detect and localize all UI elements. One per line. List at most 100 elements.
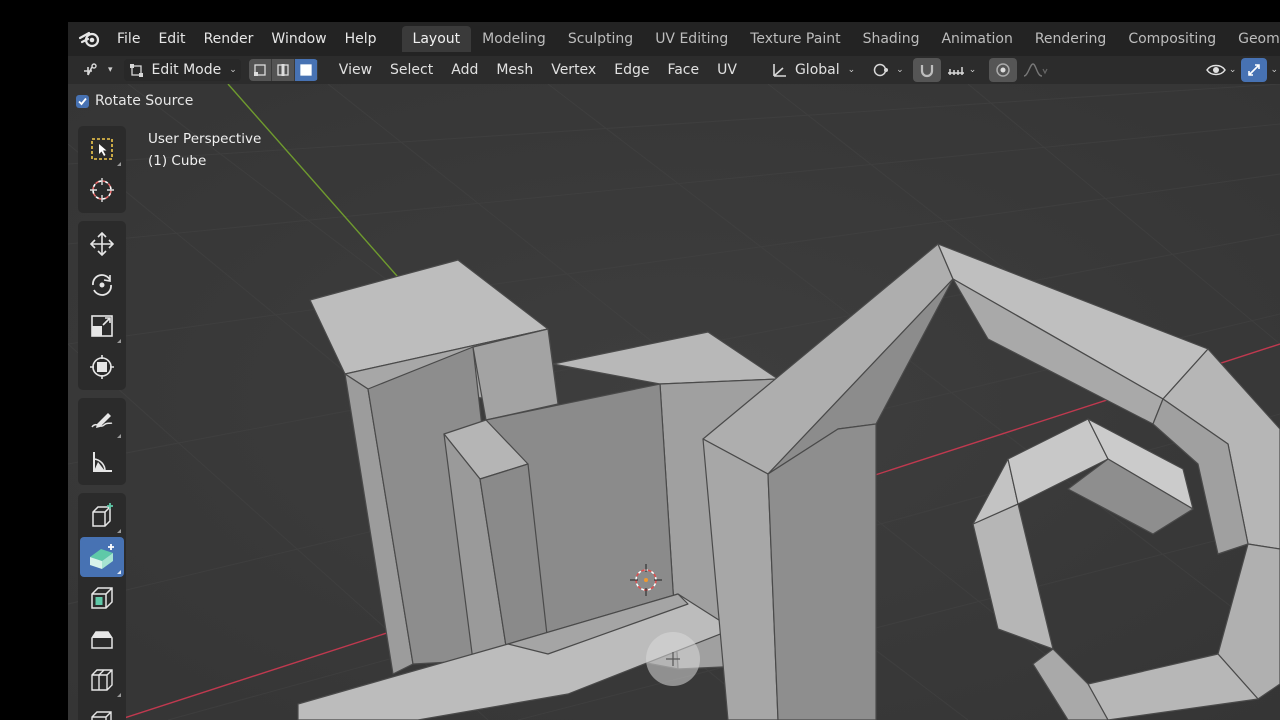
knife-tool[interactable]	[80, 701, 124, 720]
chevron-down-icon: ⌄	[896, 65, 904, 75]
tool-shelf	[78, 126, 126, 720]
orientation-icon	[773, 64, 786, 77]
header-menu-edge[interactable]: Edge	[605, 62, 658, 78]
face-select-button[interactable]	[294, 59, 318, 81]
workspace-tabs: Layout Modeling Sculpting UV Editing Texture…	[401, 26, 1280, 52]
select-mode-group	[248, 59, 318, 81]
operator-panel[interactable]: Rotate Source	[76, 90, 193, 112]
transform-orientation-dropdown[interactable]: Global ⌄	[764, 58, 860, 82]
header-menu-vertex[interactable]: Vertex	[542, 62, 605, 78]
tab-shading[interactable]: Shading	[852, 26, 931, 52]
transform-icon	[90, 355, 114, 379]
menu-help[interactable]: Help	[336, 31, 386, 47]
snap-magnet-icon	[920, 65, 933, 78]
annotate-icon	[91, 413, 113, 428]
chevron-down-icon: ⌄	[1228, 65, 1237, 75]
visibility-dropdown[interactable]: ⌄	[1201, 58, 1242, 82]
menu-render[interactable]: Render	[195, 31, 263, 47]
header-menu-face[interactable]: Face	[658, 62, 708, 78]
perspective-label: User Perspective	[148, 131, 262, 147]
inset-faces-tool[interactable]	[80, 578, 124, 618]
rotate-icon	[92, 274, 112, 296]
rotate-tool[interactable]	[80, 265, 124, 305]
tool-group-mesh	[78, 493, 126, 720]
tool-group-transform	[78, 221, 126, 390]
measure-icon	[93, 452, 112, 472]
bevel-tool[interactable]	[80, 619, 124, 659]
cursor-icon	[90, 178, 114, 202]
menu-edit[interactable]: Edit	[149, 31, 194, 47]
vertex-select-icon	[253, 64, 266, 76]
gizmo-icon	[1248, 64, 1261, 76]
mouse-pointer-icon	[646, 632, 700, 686]
blender-logo-icon[interactable]	[78, 28, 102, 50]
viewport-scene[interactable]	[68, 84, 1280, 720]
header-menu-uv[interactable]: UV	[708, 62, 746, 78]
editor-type-icon	[84, 63, 97, 76]
edge-select-icon	[277, 64, 289, 76]
loop-cut-tool[interactable]	[80, 660, 124, 700]
edge-select-button[interactable]	[271, 59, 295, 81]
mode-label: Edit Mode	[151, 62, 222, 78]
pivot-point-icon	[873, 63, 889, 77]
tool-group-select	[78, 126, 126, 213]
menu-window[interactable]: Window	[262, 31, 335, 47]
tab-layout[interactable]: Layout	[401, 26, 472, 52]
3d-viewport[interactable]: Rotate Source User Perspective (1) Cube	[68, 84, 1280, 720]
knife-icon	[91, 711, 112, 720]
header-menu-mesh[interactable]: Mesh	[487, 62, 542, 78]
tab-geometry-n[interactable]: Geometry N	[1227, 26, 1280, 52]
annotate-tool[interactable]	[80, 401, 124, 441]
chevron-down-icon: ⌄	[968, 65, 977, 75]
active-object-label: (1) Cube	[148, 153, 207, 169]
vertex-select-button[interactable]	[248, 59, 272, 81]
tab-rendering[interactable]: Rendering	[1024, 26, 1118, 52]
chevron-down-icon: ⌄	[229, 65, 237, 75]
chevron-down-icon[interactable]: ⌄	[1270, 65, 1278, 75]
proportional-edit-toggle[interactable]	[989, 58, 1018, 82]
tab-texture-paint[interactable]: Texture Paint	[739, 26, 851, 52]
cursor-tool[interactable]	[80, 170, 124, 210]
tab-uv-editing[interactable]: UV Editing	[644, 26, 739, 52]
mode-dropdown[interactable]: Edit Mode ⌄	[123, 59, 241, 81]
falloff-dropdown[interactable]	[1017, 58, 1053, 82]
select-box-tool[interactable]	[80, 129, 124, 169]
menu-file[interactable]: File	[108, 31, 149, 47]
snap-increment-icon	[947, 67, 964, 75]
header-menu-view[interactable]: View	[330, 62, 381, 78]
header-menu-add[interactable]: Add	[442, 62, 487, 78]
viewport-info: User Perspective (1) Cube	[148, 128, 261, 172]
select-box-icon	[91, 138, 113, 160]
gizmo-toggle[interactable]	[1241, 58, 1268, 82]
add-cube-tool[interactable]	[80, 496, 124, 536]
inset-faces-icon	[91, 587, 113, 609]
scale-tool[interactable]	[80, 306, 124, 346]
viewport-header: ▾ Edit Mode ⌄ View Select Add Mesh Vertex Edg…	[68, 56, 1280, 84]
extrude-region-icon	[90, 544, 114, 569]
rotate-source-checkbox[interactable]	[76, 94, 89, 108]
rotate-source-label: Rotate Source	[95, 93, 194, 109]
bevel-icon	[91, 631, 113, 649]
extrude-region-tool[interactable]	[80, 537, 124, 577]
blender-window: File Edit Render Window Help Layout Modeling S…	[68, 22, 1280, 720]
editor-type-button[interactable]: ▾	[78, 58, 118, 82]
checkmark-icon	[78, 97, 87, 105]
proportional-edit-icon	[996, 63, 1011, 77]
tool-group-annotate	[78, 398, 126, 485]
move-tool[interactable]	[80, 224, 124, 264]
measure-tool[interactable]	[80, 442, 124, 482]
tab-sculpting[interactable]: Sculpting	[557, 26, 644, 52]
snap-target-dropdown[interactable]: ⌄	[941, 58, 982, 82]
pivot-point-dropdown[interactable]: ⌄	[866, 58, 909, 82]
falloff-curve-icon	[1024, 63, 1048, 77]
loop-cut-icon	[91, 669, 113, 691]
snap-toggle[interactable]	[912, 58, 941, 82]
header-menu-select[interactable]: Select	[381, 62, 442, 78]
tab-modeling[interactable]: Modeling	[471, 26, 557, 52]
add-cube-icon	[92, 503, 113, 527]
tab-animation[interactable]: Animation	[930, 26, 1023, 52]
top-menu-bar: File Edit Render Window Help Layout Modeling S…	[68, 22, 1280, 56]
transform-tool[interactable]	[80, 347, 124, 387]
header-right-controls: ⌄ ⌄	[1201, 56, 1280, 84]
tab-compositing[interactable]: Compositing	[1117, 26, 1227, 52]
